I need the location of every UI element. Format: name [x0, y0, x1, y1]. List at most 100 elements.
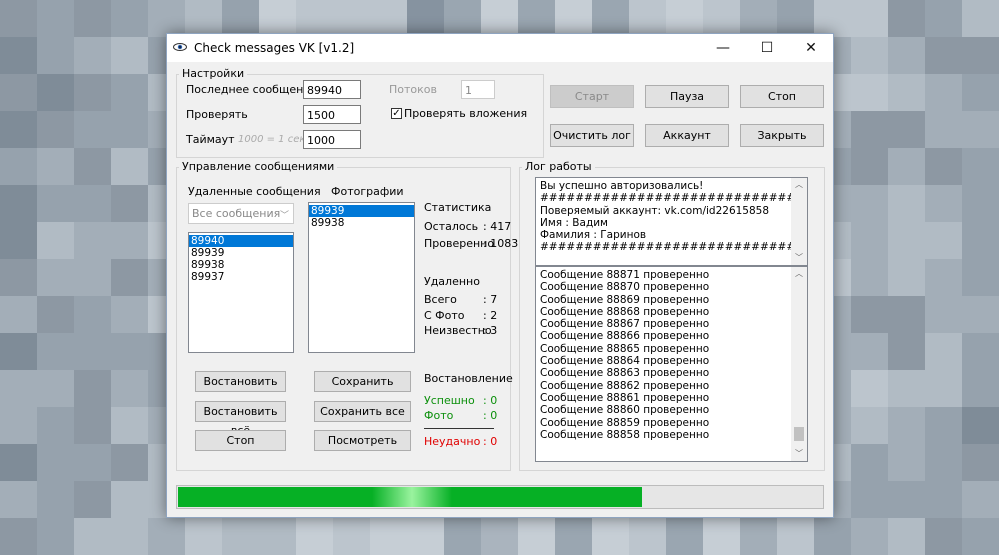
background-tile — [0, 333, 37, 370]
view-button[interactable]: Посмотреть — [314, 430, 411, 451]
close-window-button[interactable]: ✕ — [789, 34, 833, 62]
title-bar[interactable]: Check messages VK [v1.2] — ☐ ✕ — [167, 34, 833, 62]
log-line[interactable]: Сообщение 88862 проверенно — [538, 380, 807, 392]
stop-button[interactable]: Стоп — [740, 85, 824, 108]
background-tile — [111, 444, 148, 481]
last-message-input[interactable]: 89940 — [303, 80, 361, 99]
background-tile — [888, 481, 925, 518]
deleted-message-item[interactable]: 89939 — [189, 247, 293, 259]
background-tile — [962, 444, 999, 481]
deleted-message-item[interactable]: 89937 — [189, 271, 293, 283]
background-tile — [333, 518, 370, 555]
background-tile — [0, 37, 37, 74]
background-tile — [370, 0, 407, 37]
log-line[interactable]: ################################### — [538, 192, 807, 204]
log-line[interactable]: Сообщение 88863 проверенно — [538, 367, 807, 379]
clear-log-button[interactable]: Очистить лог — [550, 124, 634, 147]
scroll-down-icon[interactable]: ﹀ — [791, 447, 807, 461]
remaining-label: Осталось — [424, 220, 479, 233]
check-count-input[interactable]: 1500 — [303, 105, 361, 124]
save-all-button[interactable]: Сохранить все — [314, 401, 411, 422]
background-tile — [666, 0, 703, 37]
background-tile — [814, 518, 851, 555]
log-line[interactable]: Фамилия : Гаринов — [538, 229, 807, 241]
success-label: Успешно — [424, 394, 475, 407]
message-filter-select[interactable]: Все сообщения ﹀ — [188, 203, 294, 224]
log-line[interactable]: ################################### — [538, 241, 807, 253]
background-tile — [925, 444, 962, 481]
log-line[interactable]: Вы успешно авторизовались! — [538, 180, 807, 192]
deleted-message-item[interactable]: 89940 — [189, 235, 293, 247]
restore-stop-button[interactable]: Стоп — [195, 430, 286, 451]
log-line[interactable]: Сообщение 88859 проверенно — [538, 417, 807, 429]
timeout-input[interactable]: 1000 — [303, 130, 361, 149]
background-tile — [851, 296, 888, 333]
background-tile — [111, 37, 148, 74]
restore-all-button[interactable]: Востановить всё — [195, 401, 286, 437]
scroll-up-icon[interactable]: ︿ — [791, 178, 807, 192]
background-tile — [111, 333, 148, 370]
scroll-down-icon[interactable]: ﹀ — [791, 251, 807, 265]
log-line[interactable]: Сообщение 88860 проверенно — [538, 404, 807, 416]
log-line[interactable]: Сообщение 88866 проверенно — [538, 330, 807, 342]
stats-title: Статистика — [424, 201, 492, 214]
background-tile — [37, 370, 74, 407]
background-tile — [111, 481, 148, 518]
background-tile — [851, 444, 888, 481]
log-header-scrollbar[interactable]: ︿ ﹀ — [791, 178, 807, 265]
background-tile — [925, 518, 962, 555]
log-line[interactable]: Имя : Вадим — [538, 217, 807, 229]
background-tile — [888, 185, 925, 222]
background-tile — [444, 518, 481, 555]
background-tile — [74, 481, 111, 518]
background-tile — [296, 518, 333, 555]
pause-button[interactable]: Пауза — [645, 85, 729, 108]
photos-list[interactable]: 89939 89938 — [308, 202, 415, 353]
deleted-title: Удаленно — [424, 275, 480, 288]
log-line[interactable]: Сообщение 88867 проверенно — [538, 318, 807, 330]
photo-item[interactable]: 89938 — [309, 217, 414, 229]
log-scrollbar[interactable]: ︿ ﹀ — [791, 267, 807, 461]
background-tile — [962, 333, 999, 370]
background-tile — [592, 0, 629, 37]
log-line[interactable]: Сообщение 88858 проверенно — [538, 429, 807, 441]
log-line[interactable]: Сообщение 88871 проверенно — [538, 269, 807, 281]
scroll-up-icon[interactable]: ︿ — [791, 267, 807, 281]
background-tile — [962, 0, 999, 37]
close-app-button[interactable]: Закрыть — [740, 124, 824, 147]
log-line[interactable]: Сообщение 88868 проверенно — [538, 306, 807, 318]
background-tile — [259, 0, 296, 37]
photo-item[interactable]: 89939 — [309, 205, 414, 217]
restore-button[interactable]: Востановить — [195, 371, 286, 392]
deleted-message-item[interactable]: 89938 — [189, 259, 293, 271]
with-photo-value: : 2 — [483, 309, 498, 322]
log-line[interactable]: Сообщение 88865 проверенно — [538, 343, 807, 355]
log-messages-box[interactable]: Сообщение 88871 проверенно Сообщение 8887… — [535, 266, 808, 462]
account-button[interactable]: Аккаунт — [645, 124, 729, 147]
minimize-button[interactable]: — — [701, 34, 745, 62]
log-line[interactable]: Сообщение 88869 проверенно — [538, 294, 807, 306]
log-header-box[interactable]: Вы успешно авторизовались! ##############… — [535, 177, 808, 266]
checkmark-icon: ✓ — [392, 108, 401, 119]
threads-input[interactable]: 1 — [461, 80, 495, 99]
background-tile — [888, 148, 925, 185]
log-line[interactable]: Сообщение 88870 проверенно — [538, 281, 807, 293]
background-tile — [37, 333, 74, 370]
background-tile — [0, 185, 37, 222]
background-tile — [962, 148, 999, 185]
log-line[interactable]: Сообщение 88864 проверенно — [538, 355, 807, 367]
save-button[interactable]: Сохранить — [314, 371, 411, 392]
background-tile — [962, 481, 999, 518]
background-tile — [74, 111, 111, 148]
background-tile — [74, 148, 111, 185]
background-tile — [111, 407, 148, 444]
maximize-button[interactable]: ☐ — [745, 34, 789, 62]
check-attachments-checkbox[interactable]: ✓ — [391, 108, 402, 119]
check-attachments-label[interactable]: Проверять вложения — [404, 107, 527, 120]
scroll-thumb[interactable] — [794, 427, 804, 441]
start-button[interactable]: Старт — [550, 85, 634, 108]
log-line[interactable]: Поверяемый аккаунт: vk.com/id22615858 — [538, 205, 807, 217]
log-line[interactable]: Сообщение 88861 проверенно — [538, 392, 807, 404]
deleted-messages-list[interactable]: 89940 89939 89938 89937 — [188, 232, 294, 353]
background-tile — [296, 0, 333, 37]
